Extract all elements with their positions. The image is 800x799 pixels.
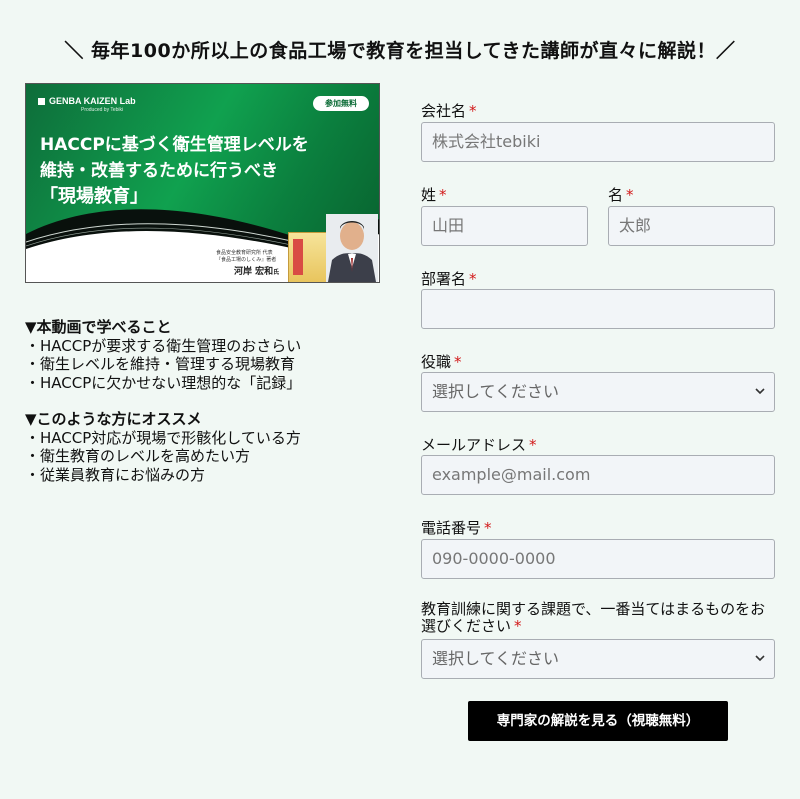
- speaker-name: 河岸 宏和氏: [234, 267, 280, 277]
- department-label: 部署名 *: [421, 270, 477, 288]
- phone-label: 電話番号 *: [421, 519, 492, 537]
- submit-button[interactable]: 専門家の解説を見る（視聴無料）: [468, 701, 728, 741]
- recommend-item: ・従業員教育にお悩みの方: [25, 465, 206, 484]
- last-name-label: 姓 *: [421, 186, 447, 204]
- email-label: メールアドレス *: [421, 436, 537, 454]
- recommend-item: ・HACCP対応が現場で形骸化している方: [25, 428, 301, 447]
- company-field[interactable]: 株式会社tebiki: [421, 122, 775, 162]
- department-field[interactable]: [421, 289, 775, 329]
- chevron-down-icon: [755, 655, 765, 662]
- first-name-field[interactable]: 太郎: [608, 206, 775, 246]
- webinar-banner: GENBA KAIZEN Lab Produced by Tebiki 参加無料…: [25, 83, 380, 283]
- banner-brand-sub: Produced by Tebiki: [81, 107, 124, 113]
- book-image: [288, 232, 330, 282]
- speaker-photo: [326, 214, 378, 282]
- email-field[interactable]: example@mail.com: [421, 455, 775, 495]
- learn-item: ・HACCPに欠かせない理想的な「記録」: [25, 373, 302, 392]
- learn-item: ・HACCPが要求する衛生管理のおさらい: [25, 336, 302, 355]
- banner-brand: GENBA KAIZEN Lab: [38, 96, 136, 106]
- learn-item: ・衛生レベルを維持・管理する現場教育: [25, 355, 296, 373]
- free-badge: 参加無料: [313, 96, 369, 111]
- last-name-field[interactable]: 山田: [421, 206, 588, 246]
- recommend-heading: ▼このような方にオススメ: [25, 410, 202, 428]
- page-headline: ＼ 毎年100か所以上の食品工場で教育を担当してきた講師が直々に解説！／: [64, 40, 736, 62]
- issue-select-value: 選択してください: [432, 649, 560, 668]
- phone-field[interactable]: 090-0000-0000: [421, 539, 775, 579]
- issue-select[interactable]: 選択してください: [421, 639, 775, 679]
- company-label: 会社名 *: [421, 102, 477, 120]
- learn-heading: ▼本動画で学べること: [25, 318, 172, 336]
- first-name-label: 名 *: [608, 186, 634, 204]
- issue-label: 教育訓練に関する課題で、一番当てはまるものをお 選びください *: [421, 600, 766, 635]
- position-select[interactable]: 選択してください: [421, 372, 775, 412]
- speaker-affiliation: 食品安全教育研究所 代表 『食品工場のしくみ』著者: [216, 250, 277, 263]
- info-text: ▼本動画で学べること ・HACCPが要求する衛生管理のおさらい ・衛生レベルを維…: [25, 318, 301, 484]
- position-label: 役職 *: [421, 353, 462, 371]
- chevron-down-icon: [755, 388, 765, 395]
- banner-title: HACCPに基づく衛生管理レベルを 維持・改善するために行うべき 「現場教育」: [40, 135, 309, 207]
- recommend-item: ・衛生教育のレベルを高めたい方: [25, 447, 251, 465]
- position-select-value: 選択してください: [432, 382, 560, 401]
